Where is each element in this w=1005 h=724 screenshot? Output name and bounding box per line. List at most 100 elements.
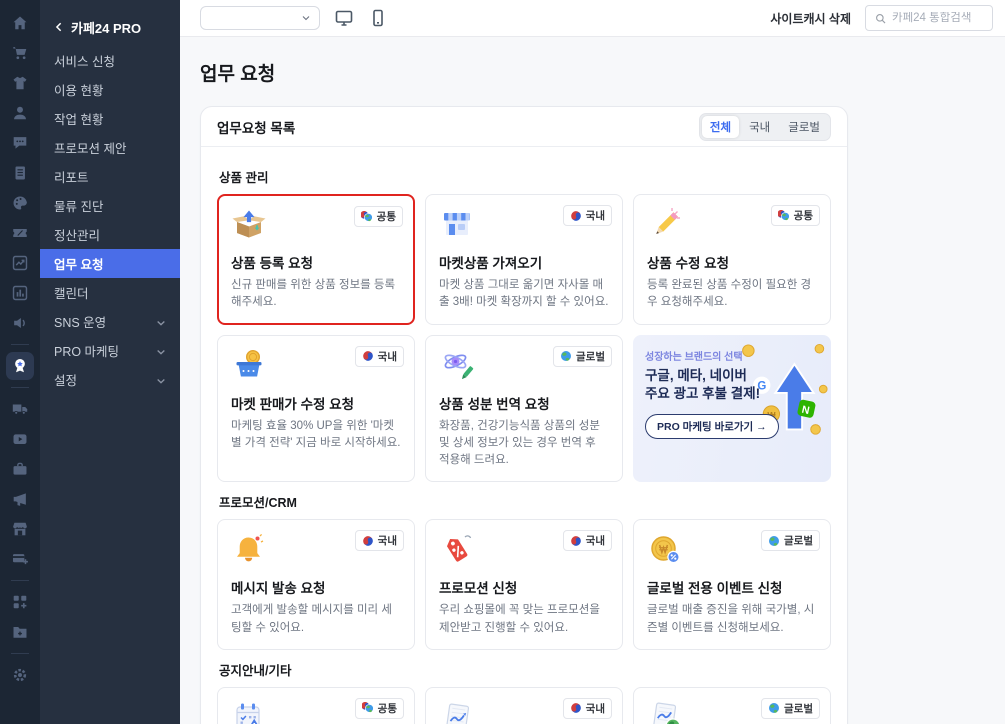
card-description: 글로벌 매출 증진을 위해 국가별, 시즌별 이벤트를 신청해보세요. xyxy=(647,604,815,634)
sidebar-item-label: 설정 xyxy=(54,374,78,388)
speaker-icon[interactable] xyxy=(11,314,29,332)
sidebar-header[interactable]: 카페24 PRO xyxy=(40,8,180,46)
megaphone-icon[interactable] xyxy=(11,490,29,508)
mobile-preview-icon[interactable] xyxy=(368,8,388,28)
sidebar-item-캘린더[interactable]: 캘린더 xyxy=(40,278,180,307)
card-grid: 공통 상품 등록 요청 신규 판매를 위한 상품 정보를 등록해주세요. 국내 … xyxy=(217,194,831,483)
award-icon[interactable] xyxy=(6,352,34,380)
scope-badge-label: 공통 xyxy=(377,702,397,715)
calendar-icon xyxy=(231,700,267,724)
pro-marketing-banner[interactable]: 성장하는 브랜드의 선택 구글, 메타, 네이버 주요 광고 후불 결제! PRO… xyxy=(633,334,831,483)
request-card[interactable]: 공통 배송 휴무일 안내 요청 배송 휴무 일정이 있는 경우 공지사항과 배너… xyxy=(217,686,415,724)
shirt-icon[interactable] xyxy=(11,74,29,92)
store-icon[interactable] xyxy=(11,520,29,538)
line-chart-icon[interactable] xyxy=(11,254,29,272)
card-description: 고객에게 발송할 메시지를 미리 세팅할 수 있어요. xyxy=(231,604,392,634)
scope-badge: 글로벌 xyxy=(761,697,820,719)
palette-icon[interactable] xyxy=(11,194,29,212)
scope-filter-tabs: 전체 국내 글로벌 xyxy=(698,112,831,141)
sidebar-item-서비스-신청[interactable]: 서비스 신청 xyxy=(40,46,180,75)
badge-domestic-icon xyxy=(570,535,582,547)
card-plus-icon[interactable] xyxy=(11,550,29,568)
request-card[interactable]: 글로벌 글로벌 전용 이벤트 신청 글로벌 매출 증진을 위해 국가별, 시즌별… xyxy=(633,519,831,650)
ticket-icon[interactable] xyxy=(11,224,29,242)
filter-tab-국내[interactable]: 국내 xyxy=(741,116,778,138)
scope-badge: 글로벌 xyxy=(553,345,612,367)
request-card[interactable]: 국내 메시지 발송 요청 고객에게 발송할 메시지를 미리 세팅할 수 있어요. xyxy=(217,519,415,650)
rail-divider xyxy=(11,653,29,654)
desktop-preview-icon[interactable] xyxy=(334,8,354,28)
card-description: 신규 판매를 위한 상품 정보를 등록해주세요. xyxy=(231,279,396,309)
chart-globe-icon xyxy=(647,700,683,724)
filter-tab-전체[interactable]: 전체 xyxy=(701,115,740,138)
sidebar-item-정산관리[interactable]: 정산관리 xyxy=(40,220,180,249)
badge-common-icon xyxy=(361,702,374,714)
app-title: 카페24 PRO xyxy=(71,20,142,36)
user-icon[interactable] xyxy=(11,104,29,122)
scope-badge-label: 국내 xyxy=(585,535,605,548)
sidebar-item-label: 업무 요청 xyxy=(54,258,104,272)
cart-icon[interactable] xyxy=(11,44,29,62)
card-description: 마켓 상품 그대로 옮기면 자사몰 매출 3배! 마켓 확장까지 할 수 있어요… xyxy=(439,279,609,309)
request-card[interactable]: 공통 상품 수정 요청 등록 완료된 상품 수정이 필요한 경우 요청해주세요. xyxy=(633,194,831,325)
request-card[interactable]: 국내 마켓 판매가 수정 요청 마케팅 효율 30% UP을 위한 '마켓별 가… xyxy=(217,334,415,483)
sidebar-item-프로모션-제안[interactable]: 프로모션 제안 xyxy=(40,133,180,162)
truck-icon[interactable] xyxy=(11,400,29,418)
home-icon[interactable] xyxy=(11,14,29,32)
sidebar-item-label: 이용 현황 xyxy=(54,84,104,98)
scope-badge-label: 글로벌 xyxy=(784,535,813,548)
scope-badge: 공통 xyxy=(770,205,820,226)
chevron-down-icon xyxy=(302,16,310,21)
global-search xyxy=(865,5,993,31)
scope-badge-label: 국내 xyxy=(377,535,397,548)
filter-tab-글로벌[interactable]: 글로벌 xyxy=(780,116,828,138)
sidebar-item-label: 작업 현황 xyxy=(54,113,104,127)
request-card[interactable]: 글로벌 글로벌 마켓 정보 요청 글로벌 마켓 상품을 관리하기 위한 정보를 … xyxy=(633,686,831,724)
folder-plus-icon[interactable] xyxy=(11,623,29,641)
sidebar-item-업무-요청[interactable]: 업무 요청 xyxy=(40,249,180,278)
pro-marketing-link-button[interactable]: PRO 마케팅 바로가기 → xyxy=(645,413,779,439)
request-card[interactable]: 국내 프로모션 신청 우리 쇼핑몰에 꼭 맞는 프로모션을 제안받고 진행할 수… xyxy=(425,519,623,650)
sidebar-item-리포트[interactable]: 리포트 xyxy=(40,162,180,191)
badge-domestic-icon xyxy=(362,535,374,547)
pencil-icon xyxy=(647,207,683,243)
bell-icon xyxy=(231,532,267,568)
translate-icon xyxy=(439,348,475,384)
sidebar-item-설정[interactable]: 설정 xyxy=(40,365,180,394)
request-card[interactable]: 공통 상품 등록 요청 신규 판매를 위한 상품 정보를 등록해주세요. xyxy=(217,194,415,325)
bar-chart-icon[interactable] xyxy=(11,284,29,302)
card-title: 마켓 판매가 수정 요청 xyxy=(231,396,355,412)
main-area: 사이트캐시 삭제 업무 요청 업무요청 목록 전체국내글로벌 상품 관리 공통 … xyxy=(180,0,1005,724)
request-card[interactable]: 국내 마켓상품 가져오기 마켓 상품 그대로 옮기면 자사몰 매출 3배! 마켓… xyxy=(425,194,623,325)
section-title: 상품 관리 xyxy=(219,171,269,185)
gear-icon[interactable] xyxy=(11,666,29,684)
section-title: 공지안내/기타 xyxy=(219,663,292,678)
card-title: 상품 성분 번역 요청 xyxy=(439,396,550,412)
topbar-right: 사이트캐시 삭제 xyxy=(770,5,993,31)
sidebar-item-label: 프로모션 제안 xyxy=(54,142,127,156)
content: 업무 요청 업무요청 목록 전체 국내 글로벌 상품 관리 공통 상품 등록 요청 … xyxy=(180,37,1005,724)
video-icon[interactable] xyxy=(11,430,29,448)
grid-plus-icon[interactable] xyxy=(11,593,29,611)
sidebar-item-label: 서비스 신청 xyxy=(54,55,115,69)
card-grid: 공통 배송 휴무일 안내 요청 배송 휴무 일정이 있는 경우 공지사항과 배너… xyxy=(217,686,831,724)
sidebar-item-label: 정산관리 xyxy=(54,229,101,243)
scope-badge: 국내 xyxy=(354,530,404,552)
device-select[interactable] xyxy=(200,6,320,30)
request-card[interactable]: 글로벌 상품 성분 번역 요청 화장품, 건강기능식품 상품의 성분 및 상세 … xyxy=(425,334,623,483)
sidebar-item-작업-현황[interactable]: 작업 현황 xyxy=(40,104,180,133)
badge-global-icon xyxy=(768,702,780,714)
sidebar-item-물류-진단[interactable]: 물류 진단 xyxy=(40,191,180,220)
briefcase-icon[interactable] xyxy=(11,460,29,478)
chat-icon[interactable] xyxy=(11,134,29,152)
badge-domestic-icon xyxy=(570,702,582,714)
scope-badge-label: 공통 xyxy=(376,211,396,223)
sidebar-item-이용-현황[interactable]: 이용 현황 xyxy=(40,75,180,104)
request-card[interactable]: 국내 마켓 정보 요청 마켓 상품을 관리하기 위한 정보를 전달해주세요. xyxy=(425,686,623,724)
scope-badge: 국내 xyxy=(562,697,612,719)
document-icon[interactable] xyxy=(11,164,29,182)
sidebar-item-SNS-운영[interactable]: SNS 운영 xyxy=(40,307,180,336)
clear-site-cache-button[interactable]: 사이트캐시 삭제 xyxy=(770,10,851,27)
search-input[interactable] xyxy=(892,12,984,24)
sidebar-item-PRO-마케팅[interactable]: PRO 마케팅 xyxy=(40,336,180,365)
